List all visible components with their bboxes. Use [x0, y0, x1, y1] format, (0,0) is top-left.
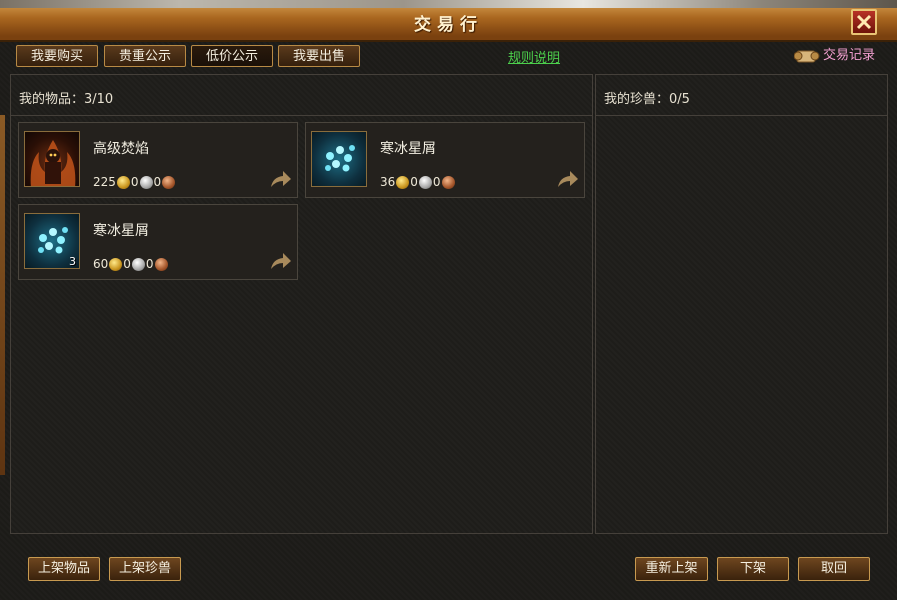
item-price: 36 0 0	[380, 175, 456, 189]
tab-buy[interactable]: 我要购买	[16, 45, 98, 67]
trade-record-label: 交易记录	[823, 48, 876, 63]
copper-coin-icon	[154, 257, 168, 271]
share-arrow-icon[interactable]	[556, 169, 580, 189]
share-arrow-icon[interactable]	[269, 251, 293, 271]
list-item-button[interactable]: 上架物品	[28, 557, 100, 581]
my-items-count: 我的物品：3/10	[19, 92, 114, 107]
window-edge	[0, 115, 5, 475]
copper-amount: 0	[432, 175, 441, 189]
trade-window: 交易行 我要购买 贵重公示 低价公示 我要出售 规则说明 交易记录 我的物品：3…	[0, 0, 897, 600]
share-arrow-icon[interactable]	[269, 169, 293, 189]
my-pets-panel: 我的珍兽：0/5	[595, 74, 888, 534]
silver-coin-icon	[131, 257, 145, 271]
title-bar: 交易行	[0, 0, 897, 42]
gold-amount: 225	[93, 175, 116, 189]
delist-button[interactable]: 下架	[717, 557, 789, 581]
stack-count: 3	[69, 255, 76, 268]
copper-coin-icon	[441, 175, 455, 189]
my-pets-header: 我的珍兽：0/5	[596, 75, 887, 116]
gold-amount: 60	[93, 257, 109, 271]
tab-valuable-notice[interactable]: 贵重公示	[104, 45, 186, 67]
silver-amount: 0	[130, 175, 139, 189]
window-title: 交易行	[414, 15, 483, 35]
silver-coin-icon	[139, 175, 153, 189]
copper-coin-icon	[162, 175, 176, 189]
close-icon	[856, 14, 872, 30]
silver-coin-icon	[418, 175, 432, 189]
silver-amount: 0	[410, 175, 418, 189]
tab-sell[interactable]: 我要出售	[278, 45, 360, 67]
my-items-panel: 我的物品：3/10 高级焚焰 225 0 0 寒冰星屑 36 0 0 3 寒冰星…	[10, 74, 593, 534]
silver-amount: 0	[123, 257, 131, 271]
item-name: 寒冰星屑	[93, 223, 149, 239]
copper-amount: 0	[145, 257, 154, 271]
rules-link[interactable]: 规则说明	[508, 47, 560, 66]
item-slot[interactable]: 寒冰星屑 36 0 0	[305, 122, 585, 198]
my-items-header: 我的物品：3/10	[11, 75, 592, 116]
copper-amount: 0	[153, 175, 162, 189]
fire-demon-icon	[24, 131, 80, 187]
item-price: 60 0 0	[93, 257, 169, 271]
item-slot[interactable]: 3 寒冰星屑 60 0 0	[18, 204, 298, 280]
item-name: 寒冰星屑	[380, 141, 436, 157]
relist-button[interactable]: 重新上架	[635, 557, 708, 581]
tab-low-price-notice[interactable]: 低价公示	[191, 45, 273, 67]
gold-amount: 36	[380, 175, 396, 189]
list-pet-button[interactable]: 上架珍兽	[109, 557, 181, 581]
item-slot[interactable]: 高级焚焰 225 0 0	[18, 122, 298, 198]
my-pets-count: 我的珍兽：0/5	[604, 92, 690, 107]
ice-stardust-icon	[311, 131, 367, 187]
gold-coin-icon	[396, 175, 410, 189]
background-scene	[0, 0, 897, 8]
retrieve-button[interactable]: 取回	[798, 557, 870, 581]
scroll-icon	[794, 50, 820, 63]
gold-coin-icon	[109, 257, 123, 271]
close-button[interactable]	[851, 9, 877, 35]
item-price: 225 0 0	[93, 175, 176, 189]
item-name: 高级焚焰	[93, 141, 149, 157]
gold-coin-icon	[116, 175, 130, 189]
